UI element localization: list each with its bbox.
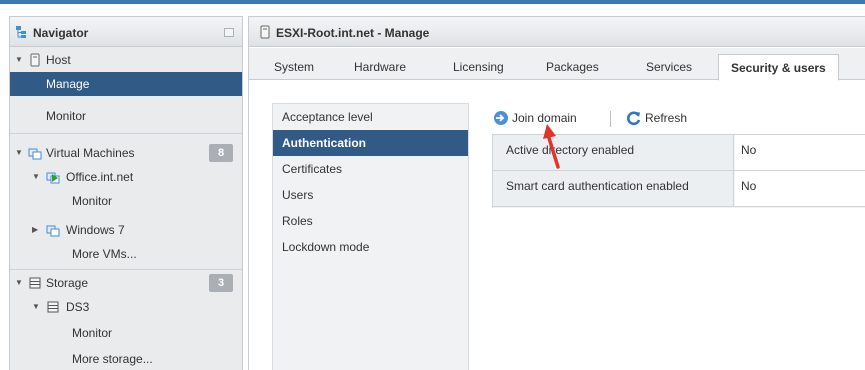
nav-item-label: Manage: [46, 77, 90, 91]
nav-item-label: Windows 7: [66, 223, 125, 237]
property-name: Active directory enabled: [493, 135, 734, 170]
join-domain-icon: [494, 111, 508, 125]
nav-item-label: More VMs...: [72, 247, 137, 261]
chevron-down-icon[interactable]: ▼: [15, 48, 23, 72]
nav-item-label: Storage: [46, 276, 89, 290]
datastore-icon: [47, 301, 59, 313]
subnav-lockdown-mode[interactable]: Lockdown mode: [273, 234, 468, 260]
nav-item-label: Virtual Machines: [46, 146, 135, 160]
main-panel: ESXI-Root.int.net - Manage System Hardwa…: [248, 16, 865, 370]
nav-item-ds3[interactable]: ▼ DS3: [10, 295, 242, 319]
chevron-down-icon[interactable]: ▼: [32, 295, 40, 319]
nav-item-office-vm[interactable]: ▼ Office.int.net: [10, 165, 242, 189]
nav-item-storage[interactable]: ▼ Storage 3: [10, 271, 242, 295]
collapse-panel-icon[interactable]: [224, 28, 234, 37]
divider: [10, 269, 242, 270]
top-accent-bar: [0, 0, 865, 4]
nav-item-more-vms[interactable]: More VMs...: [10, 242, 242, 266]
nav-item-manage[interactable]: Manage: [10, 72, 242, 96]
storage-count-badge: 3: [209, 274, 233, 292]
storage-icon: [29, 277, 41, 289]
tab-services[interactable]: Services: [646, 60, 692, 74]
annotation-arrow: [543, 124, 560, 169]
refresh-icon: [627, 111, 641, 126]
nav-item-label: Monitor: [72, 194, 113, 208]
chevron-down-icon[interactable]: ▼: [15, 271, 23, 295]
chevron-down-icon[interactable]: ▼: [15, 141, 23, 165]
nav-item-more-storage[interactable]: More storage...: [10, 347, 242, 370]
property-value: No: [735, 135, 865, 170]
navigator-title: Navigator: [33, 26, 89, 40]
tab-security-users[interactable]: Security & users: [718, 54, 839, 81]
chevron-down-icon[interactable]: ▼: [32, 165, 40, 189]
vm-powered-on-icon: [46, 172, 60, 184]
top-strip: [0, 0, 865, 9]
tab-bar: System Hardware Licensing Packages Servi…: [249, 48, 865, 81]
nav-item-virtual-machines[interactable]: ▼ Virtual Machines 8: [10, 141, 242, 165]
tab-hardware[interactable]: Hardware: [354, 60, 406, 74]
nav-item-host[interactable]: ▼ Host: [10, 48, 242, 72]
main-header: ESXI-Root.int.net - Manage: [249, 17, 865, 47]
divider: [10, 133, 242, 134]
navigator-panel: Navigator ▼ Host Manage Monitor ▼ Virtua…: [9, 16, 243, 370]
nav-item-label: Office.int.net: [66, 170, 134, 184]
toolbar-separator: [610, 111, 611, 127]
nav-item-label: More storage...: [72, 352, 153, 366]
nav-item-office-monitor[interactable]: Monitor: [10, 189, 242, 213]
nav-item-windows7-vm[interactable]: ▶ Windows 7: [10, 218, 242, 242]
navigator-header: Navigator: [10, 17, 242, 47]
property-value: No: [735, 171, 865, 206]
virtual-machine-icon: [46, 225, 60, 237]
navigator-icon: [16, 26, 26, 38]
nav-item-label: Host: [46, 53, 71, 67]
settings-subnav: Acceptance level Authentication Certific…: [272, 103, 469, 370]
subnav-certificates[interactable]: Certificates: [273, 156, 468, 182]
refresh-label: Refresh: [645, 111, 688, 125]
subnav-users[interactable]: Users: [273, 182, 468, 208]
nav-item-label: Monitor: [72, 326, 113, 340]
tab-system[interactable]: System: [274, 60, 314, 74]
tab-packages[interactable]: Packages: [546, 60, 599, 74]
host-icon: [260, 25, 270, 39]
subnav-roles[interactable]: Roles: [273, 208, 468, 234]
page-title: ESXI-Root.int.net - Manage: [276, 26, 430, 40]
chevron-right-icon[interactable]: ▶: [32, 218, 38, 242]
host-icon: [30, 53, 40, 67]
nav-item-label: Monitor: [46, 109, 87, 123]
property-name: Smart card authentication enabled: [493, 171, 734, 206]
nav-item-label: DS3: [66, 300, 90, 314]
virtual-machines-icon: [28, 148, 42, 160]
subnav-acceptance-level[interactable]: Acceptance level: [273, 104, 468, 130]
nav-item-ds3-monitor[interactable]: Monitor: [10, 321, 242, 345]
vm-count-badge: 8: [209, 144, 233, 162]
subnav-authentication[interactable]: Authentication: [273, 130, 468, 156]
nav-item-host-monitor[interactable]: Monitor: [10, 104, 242, 128]
tab-licensing[interactable]: Licensing: [453, 60, 504, 74]
table-row: Smart card authentication enabled No: [493, 171, 865, 207]
